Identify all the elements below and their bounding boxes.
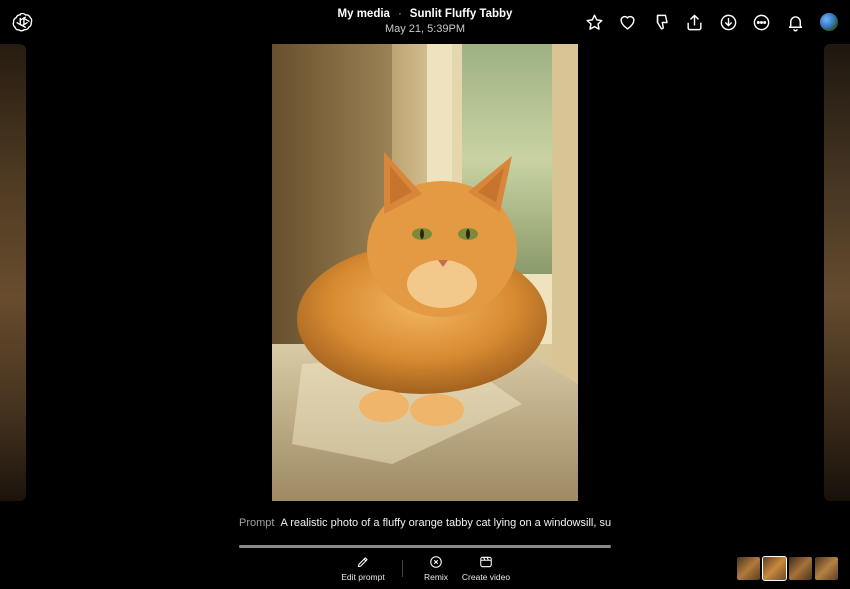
thumbnail-4[interactable] <box>815 557 838 580</box>
prompt-row[interactable]: Prompt A realistic photo of a fluffy oran… <box>239 516 611 530</box>
progress-bar <box>239 545 611 548</box>
heart-icon[interactable] <box>617 11 639 33</box>
edit-prompt-button[interactable]: Edit prompt <box>340 555 386 582</box>
thumbnail-strip <box>734 556 838 581</box>
bell-icon[interactable] <box>784 11 806 33</box>
breadcrumb-my-media[interactable]: My media <box>338 8 390 20</box>
create-video-button[interactable]: Create video <box>460 555 512 582</box>
action-divider <box>402 560 403 577</box>
prompt-label: Prompt <box>239 517 275 529</box>
edit-prompt-label: Edit prompt <box>341 572 385 582</box>
generated-image-cat <box>272 44 578 501</box>
next-image-preview[interactable] <box>824 44 850 501</box>
action-bar: Edit prompt Remix Create video <box>0 555 850 585</box>
page-title: Sunlit Fluffy Tabby <box>409 8 513 20</box>
remix-icon <box>430 556 442 568</box>
thumbnail-3[interactable] <box>789 557 812 580</box>
star-icon[interactable] <box>583 11 605 33</box>
previous-image-preview[interactable] <box>0 44 26 501</box>
thumbnail-1[interactable] <box>737 557 760 580</box>
progress-fill <box>239 545 611 548</box>
breadcrumb-separator: · <box>397 8 402 20</box>
create-video-label: Create video <box>461 572 511 582</box>
prompt-text: A realistic photo of a fluffy orange tab… <box>280 517 611 529</box>
video-icon <box>480 556 492 568</box>
remix-label: Remix <box>423 572 449 582</box>
thumbnail-2[interactable] <box>762 556 787 581</box>
remix-button[interactable]: Remix <box>420 555 452 582</box>
share-icon[interactable] <box>684 11 706 33</box>
pencil-icon <box>357 557 368 568</box>
user-avatar[interactable] <box>820 13 838 31</box>
thumbs-down-icon[interactable] <box>650 11 672 33</box>
more-icon[interactable] <box>751 11 773 33</box>
toolbar <box>572 11 838 33</box>
download-icon[interactable] <box>717 11 739 33</box>
